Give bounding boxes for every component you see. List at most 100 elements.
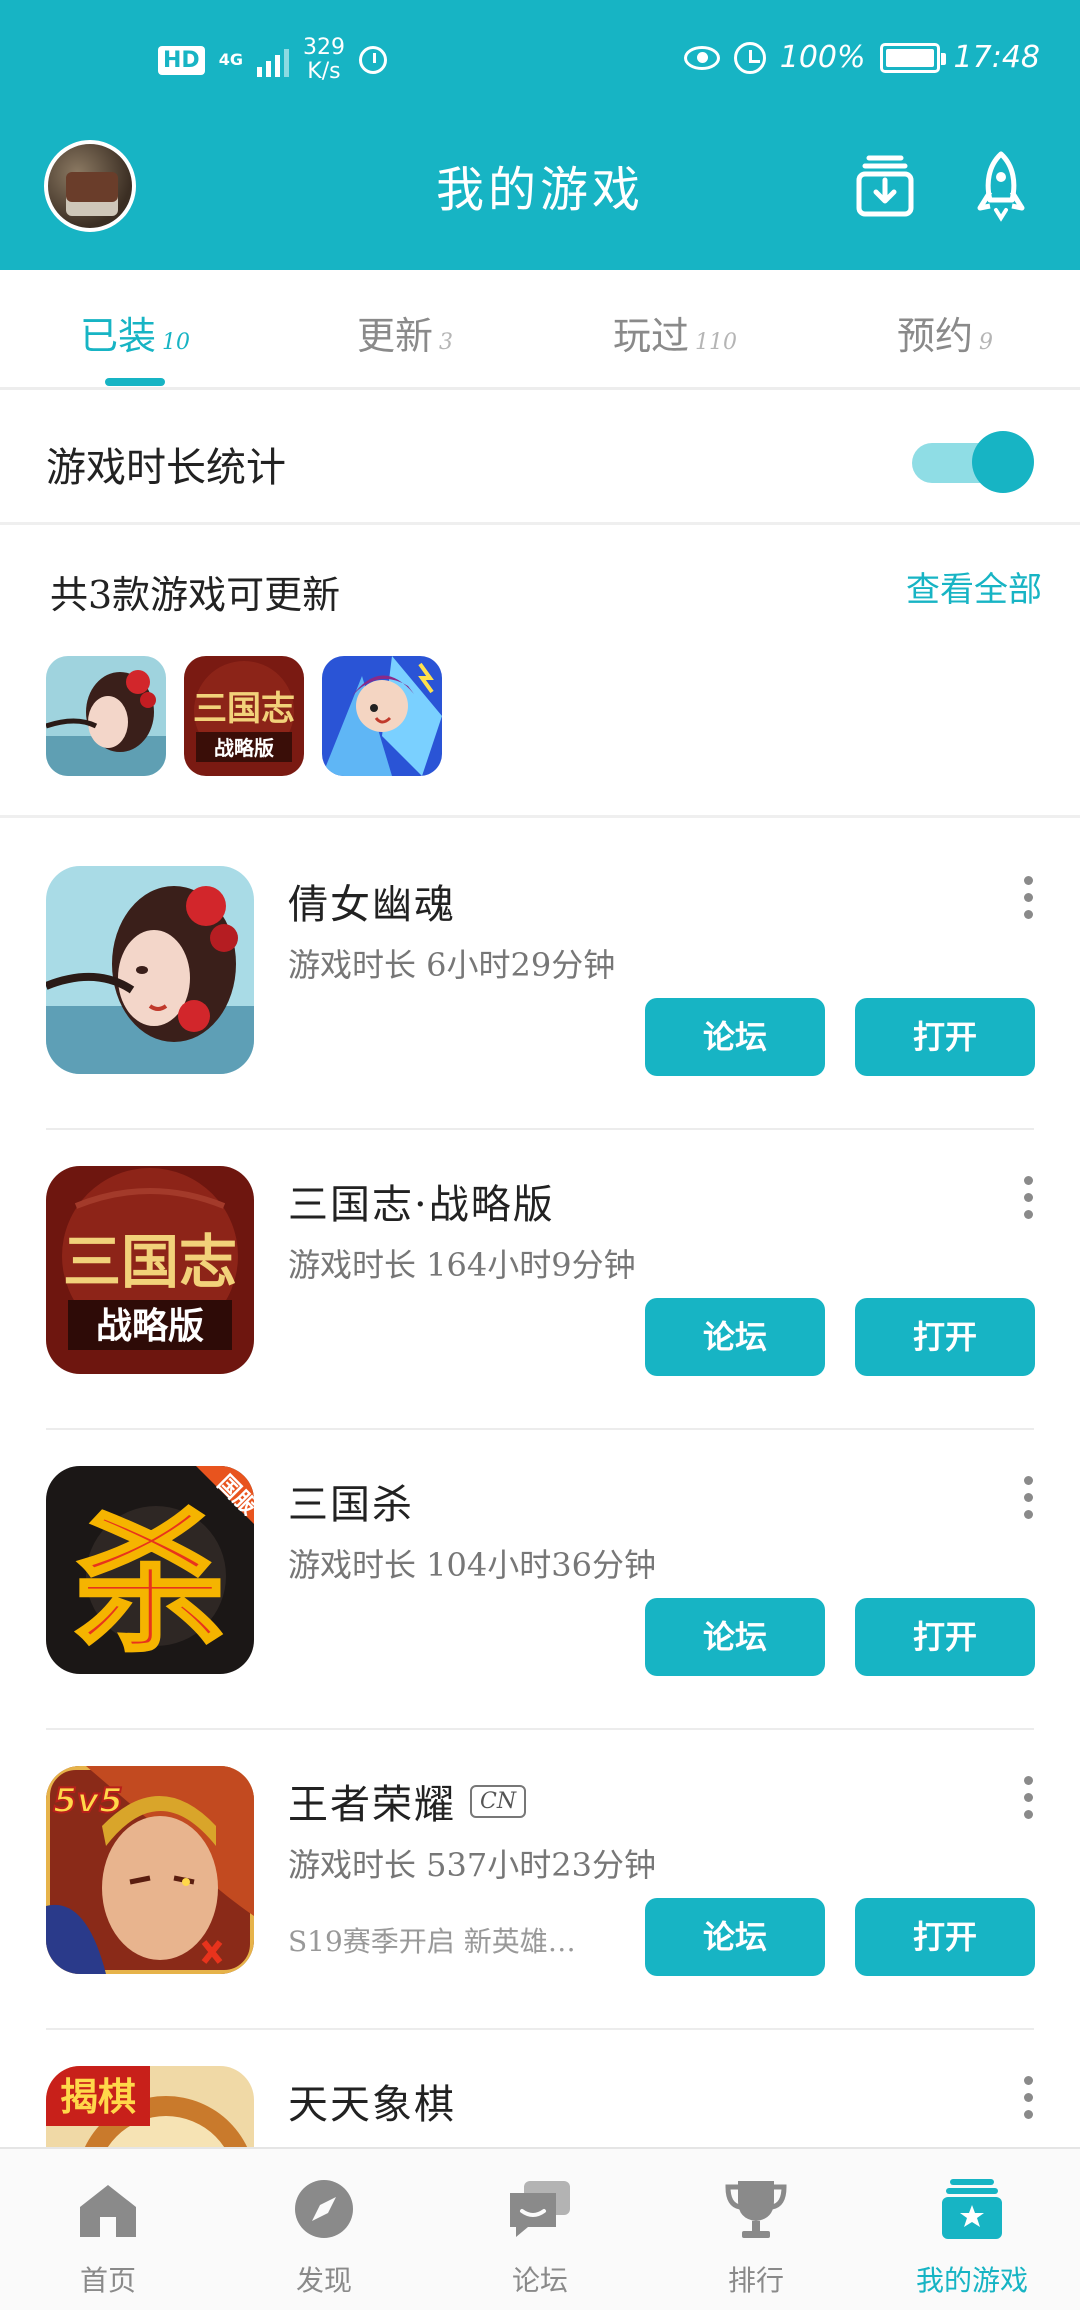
game-title: 倩女幽魂 [288, 882, 456, 928]
qiannv-mini-icon[interactable] [46, 656, 166, 776]
more-options-icon[interactable] [1018, 1476, 1038, 1526]
nav-label: 论坛 [511, 2264, 568, 2297]
tab-played[interactable]: 玩过 110 [540, 305, 810, 360]
compass-icon [295, 2180, 353, 2238]
trophy-icon [725, 2181, 787, 2238]
network-type: 4G [218, 50, 243, 69]
game-news[interactable]: S19赛季开启 新英雄… [288, 1920, 576, 1960]
more-options-icon[interactable] [1018, 1176, 1038, 1226]
sanguozhi-mini-title: 三国志 [193, 689, 295, 729]
forum-button[interactable]: 论坛 [645, 1598, 825, 1676]
tab-reserved[interactable]: 预约 9 [810, 305, 1080, 360]
tab-label: 已装 [79, 314, 156, 358]
home-icon [80, 2185, 136, 2237]
tab-label: 玩过 [612, 314, 689, 358]
game-title: 王者荣耀 [288, 1782, 456, 1828]
forum-button[interactable]: 论坛 [645, 998, 825, 1076]
nav-discover[interactable]: 发现 [216, 2149, 432, 2310]
game-item-sanguozhi: 三国志 战略版 三国志·战略版 游戏时长 164小时9分钟 论坛 打开 [0, 1130, 1080, 1430]
nav-my-games[interactable]: 我的游戏 [864, 2149, 1080, 2310]
alarm-icon [733, 41, 766, 74]
installed-games-list: 倩女幽魂 游戏时长 6小时29分钟 论坛 打开 三国志 战略版 三国志·战略版 … [0, 830, 1080, 2310]
open-button[interactable]: 打开 [855, 1598, 1035, 1676]
more-options-icon[interactable] [1018, 876, 1038, 926]
forum-button[interactable]: 论坛 [645, 1298, 825, 1376]
game-name: 三国志·战略版 [288, 1172, 555, 1230]
tab-label: 预约 [896, 314, 973, 358]
update-icons: 三国志 战略版 [46, 656, 442, 776]
my-games-screen: HD 4G 329 K/s 100% 17:48 我的游戏 已装 10 更新 3… [0, 0, 1080, 2310]
nav-label: 排行 [727, 2264, 784, 2297]
game-playtime: 游戏时长 164小时9分钟 [288, 1246, 636, 1284]
playtime-stats-label: 游戏时长统计 [46, 445, 286, 491]
nav-forum[interactable]: 论坛 [432, 2149, 648, 2310]
network-speed: 329 K/s [303, 36, 345, 84]
game-playtime: 游戏时长 104小时36分钟 [288, 1546, 656, 1584]
open-button[interactable]: 打开 [855, 998, 1035, 1076]
playtime-stats-toggle[interactable] [912, 431, 1036, 493]
speed-value: 329 [302, 35, 345, 60]
tab-count: 3 [439, 330, 453, 355]
toggle-knob [972, 431, 1034, 493]
wangzhe-5v5: 5v5 [53, 1781, 122, 1821]
playtime-stats-row: 游戏时长统计 [0, 393, 1080, 525]
game-item-qiannv: 倩女幽魂 游戏时长 6小时29分钟 论坛 打开 [0, 830, 1080, 1130]
game-playtime: 游戏时长 6小时29分钟 [288, 946, 616, 984]
game-item-wangzhe: 5v5 王者荣耀 CN 游戏时长 537小时23分钟 S19赛季开启 新英雄… … [0, 1730, 1080, 2030]
game-title: 三国志·战略版 [288, 1182, 555, 1228]
app-header: HD 4G 329 K/s 100% 17:48 我的游戏 [0, 0, 1080, 270]
game-name: 倩女幽魂 [288, 872, 456, 930]
tab-installed[interactable]: 已装 10 [0, 305, 270, 360]
bottom-navigation: 首页 发现 论坛 排行 我的游戏 [0, 2147, 1080, 2310]
forum-button[interactable]: 论坛 [645, 1898, 825, 1976]
chat-icon [510, 2181, 570, 2237]
sanguozhi-game-icon[interactable]: 三国志 战略版 [46, 1166, 254, 1374]
nav-home[interactable]: 首页 [0, 2149, 216, 2310]
game-name: 天天象棋 [288, 2072, 456, 2130]
rocket-icon[interactable] [976, 150, 1026, 222]
battery-percent: 100% [779, 40, 866, 75]
nav-label: 首页 [79, 2264, 136, 2297]
status-right: 100% 17:48 [683, 40, 1040, 75]
status-bar: HD 4G 329 K/s 100% 17:48 [0, 0, 1080, 125]
sanguosha-game-icon[interactable]: 国服 杀 [46, 1466, 254, 1674]
sanguosha-glyph: 杀 [75, 1496, 225, 1672]
updates-section: 共3款游戏可更新 查看全部 三国志 战略版 [0, 528, 1080, 818]
game-title: 三国杀 [288, 1482, 414, 1528]
open-button[interactable]: 打开 [855, 1898, 1035, 1976]
qiannv-game-icon[interactable] [46, 866, 254, 1074]
wangzhe-game-icon[interactable]: 5v5 [46, 1766, 254, 1974]
updates-title: 共3款游戏可更新 [50, 573, 341, 617]
sanguozhi-mini-icon[interactable]: 三国志 战略版 [184, 656, 304, 776]
my-games-icon [942, 2179, 1002, 2239]
nav-label: 发现 [295, 2264, 352, 2297]
download-manager-icon[interactable] [855, 150, 915, 218]
anime-game-mini-icon[interactable] [322, 656, 442, 776]
signal-icon [256, 43, 289, 77]
page-title: 我的游戏 [435, 162, 644, 218]
game-tabs: 已装 10 更新 3 玩过 110 预约 9 [0, 270, 1080, 390]
more-options-icon[interactable] [1018, 1776, 1038, 1826]
battery-icon [879, 42, 946, 73]
tab-count: 9 [979, 330, 993, 355]
game-name: 王者荣耀 CN [288, 1772, 527, 1830]
tab-updates[interactable]: 更新 3 [270, 305, 540, 360]
tab-count: 110 [695, 330, 737, 355]
game-name: 三国杀 [288, 1472, 414, 1530]
open-button[interactable]: 打开 [855, 1298, 1035, 1376]
tab-indicator [105, 378, 165, 386]
game-title: 天天象棋 [288, 2082, 456, 2128]
clock: 17:48 [953, 40, 1040, 75]
xiangqi-banner: 揭棋 [60, 2074, 136, 2119]
nav-ranking[interactable]: 排行 [648, 2149, 864, 2310]
game-playtime: 游戏时长 537小时23分钟 [288, 1846, 656, 1884]
hd-badge: HD [158, 45, 205, 75]
view-all-link[interactable]: 查看全部 [906, 562, 1042, 611]
region-badge: CN [470, 1784, 527, 1818]
nav-label: 我的游戏 [915, 2264, 1028, 2297]
status-left: HD 4G 329 K/s [158, 36, 387, 84]
stopwatch-icon [358, 46, 387, 74]
more-options-icon[interactable] [1018, 2076, 1038, 2126]
eye-comfort-icon [683, 45, 720, 70]
sanguozhi-title: 三国志 [63, 1228, 237, 1296]
